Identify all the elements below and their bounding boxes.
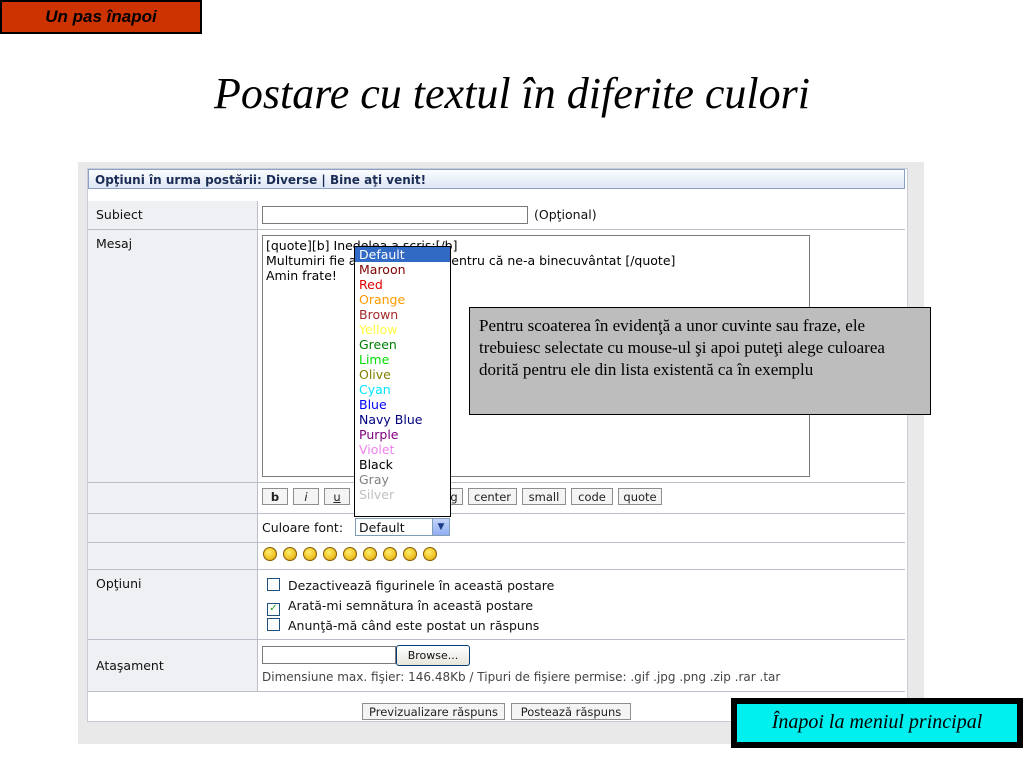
code-button[interactable]: code <box>571 488 613 505</box>
format-label-cell <box>88 483 258 513</box>
color-option-red[interactable]: Red <box>355 277 450 292</box>
color-option-brown[interactable]: Brown <box>355 307 450 322</box>
instruction-callout: Pentru scoaterea în evidenţă a unor cuvi… <box>469 307 931 415</box>
color-option-purple[interactable]: Purple <box>355 427 450 442</box>
main-menu-button[interactable]: Înapoi la meniul principal <box>731 698 1023 748</box>
color-option-gray[interactable]: Gray <box>355 472 450 487</box>
attachment-label: Ataşament <box>88 640 258 691</box>
smilies-label-cell <box>88 543 258 569</box>
bold-button[interactable]: b <box>262 488 288 505</box>
options-label: Opţiuni <box>88 570 258 639</box>
post-reply-button[interactable]: Postează răspuns <box>511 703 631 720</box>
subject-label: Subiect <box>88 201 258 229</box>
font-color-label: Culoare font: <box>262 520 344 535</box>
file-path-input[interactable] <box>262 646 396 664</box>
color-option-violet[interactable]: Violet <box>355 442 450 457</box>
message-label: Mesaj <box>88 230 258 482</box>
color-option-yellow[interactable]: Yellow <box>355 322 450 337</box>
smiley-icon[interactable] <box>263 547 277 561</box>
subject-row: Subiect (Opţional) <box>88 201 905 230</box>
font-color-row: Culoare font: Default ▼ <box>88 514 905 543</box>
slide-title: Postare cu textul în diferite culori <box>214 69 810 118</box>
color-option-cyan[interactable]: Cyan <box>355 382 450 397</box>
message-line: Multumiri fie a i pentru că ne-a binecuv… <box>266 253 676 268</box>
options-row: Opţiuni Dezactivează figurinele în aceas… <box>88 570 905 640</box>
font-color-dropdown-list[interactable]: Default Maroon Red Orange Brown Yellow Green Li… <box>354 246 451 517</box>
form-caption: Opţiuni în urma postării: Diverse | Bine… <box>88 169 905 189</box>
quote-button[interactable]: quote <box>618 488 662 505</box>
browse-button[interactable]: Browse... <box>396 645 470 666</box>
smiley-icon[interactable] <box>323 547 337 561</box>
smiley-icon[interactable] <box>423 547 437 561</box>
color-option-maroon[interactable]: Maroon <box>355 262 450 277</box>
option-label: Anunţă-mă când este postat un răspuns <box>288 618 540 633</box>
smiley-icon[interactable] <box>363 547 377 561</box>
checkbox[interactable] <box>267 618 280 631</box>
subject-optional-note: (Opţional) <box>534 207 597 222</box>
color-option-navy-blue[interactable]: Navy Blue <box>355 412 450 427</box>
message-line: [quote][b] Inedelea a scris:[/b] <box>266 238 458 253</box>
color-option-orange[interactable]: Orange <box>355 292 450 307</box>
preview-reply-button[interactable]: Previzualizare răspuns <box>362 703 505 720</box>
smiley-icon[interactable] <box>403 547 417 561</box>
attachment-note: Dimensiune max. fişier: 146.48Kb / Tipur… <box>262 670 781 684</box>
back-button[interactable]: Un pas înapoi <box>0 0 202 34</box>
color-option-black[interactable]: Black <box>355 457 450 472</box>
format-buttons-row: b i u g center small code quote <box>88 483 905 514</box>
color-option-blue[interactable]: Blue <box>355 397 450 412</box>
forum-form-panel: Opţiuni în urma postării: Diverse | Bine… <box>78 162 924 744</box>
italic-button[interactable]: i <box>293 488 319 505</box>
font-color-select[interactable]: Default ▼ <box>355 518 450 536</box>
option-label: Arată-mi semnătura în această postare <box>288 598 534 613</box>
color-option-olive[interactable]: Olive <box>355 367 450 382</box>
smiley-icon[interactable] <box>343 547 357 561</box>
message-line: Amin frate! <box>266 268 337 283</box>
underline-button[interactable]: u <box>324 488 350 505</box>
attachment-row: Ataşament Browse... Dimensiune max. fişi… <box>88 640 905 692</box>
font-color-value: Default <box>359 520 405 535</box>
small-button[interactable]: small <box>522 488 566 505</box>
checkbox-checked[interactable]: ✓ <box>267 603 280 616</box>
color-option-default[interactable]: Default <box>355 247 450 262</box>
chevron-down-icon[interactable]: ▼ <box>432 519 449 535</box>
smiley-icon[interactable] <box>383 547 397 561</box>
subject-input[interactable] <box>262 206 528 224</box>
color-option-lime[interactable]: Lime <box>355 352 450 367</box>
main-menu-label: Înapoi la meniul principal <box>736 703 1018 743</box>
option-notify-reply[interactable]: Anunţă-mă când este postat un răspuns <box>267 618 539 633</box>
smiley-icon[interactable] <box>283 547 297 561</box>
color-option-silver[interactable]: Silver <box>355 487 450 502</box>
option-show-signature[interactable]: ✓ Arată-mi semnătura în această postare <box>267 598 533 616</box>
color-option-green[interactable]: Green <box>355 337 450 352</box>
option-disable-smilies[interactable]: Dezactivează figurinele în această posta… <box>267 578 554 593</box>
center-button[interactable]: center <box>468 488 517 505</box>
font-color-label-cell <box>88 514 258 542</box>
smiley-icon[interactable] <box>303 547 317 561</box>
option-label: Dezactivează figurinele în această posta… <box>288 578 555 593</box>
post-form: Opţiuni în urma postării: Diverse | Bine… <box>87 168 908 722</box>
checkbox[interactable] <box>267 578 280 591</box>
smilies-row <box>88 543 905 570</box>
